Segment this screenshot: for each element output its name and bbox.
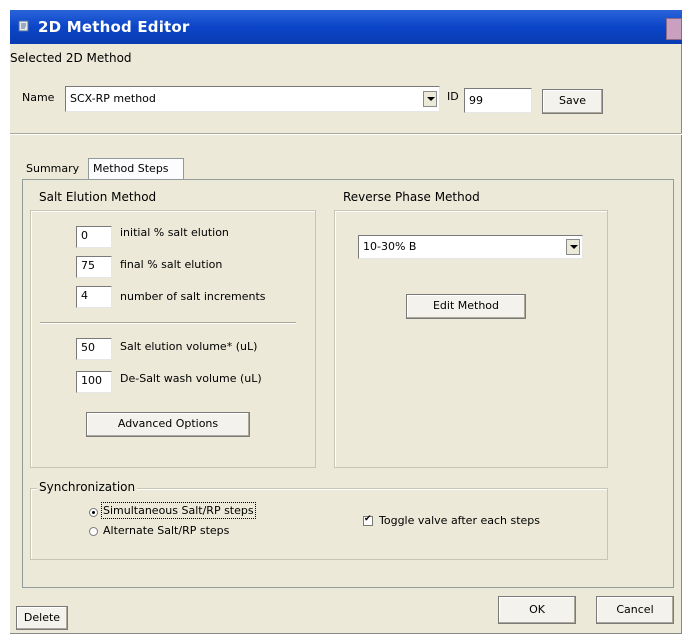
simultaneous-radio[interactable] xyxy=(89,508,98,517)
alternate-radio[interactable] xyxy=(89,527,98,536)
method-editor-window: 2D Method Editor Selected 2D Method Name… xyxy=(10,10,682,634)
synchronization-group-label: Synchronization xyxy=(37,480,138,494)
tab-method-steps-label: Method Steps xyxy=(93,162,169,175)
salt-group-divider-highlight xyxy=(40,323,296,324)
toggle-valve-label[interactable]: Toggle valve after each steps xyxy=(379,514,540,527)
desalt-wash-volume-label: De-Salt wash volume (uL) xyxy=(120,372,262,385)
cancel-button[interactable]: Cancel xyxy=(596,596,674,624)
name-label: Name xyxy=(22,91,55,104)
reverse-phase-group-label: Reverse Phase Method xyxy=(341,190,482,204)
salt-increments-label: number of salt increments xyxy=(120,290,266,303)
initial-salt-label: initial % salt elution xyxy=(120,226,229,239)
app-icon xyxy=(18,20,29,32)
window-title: 2D Method Editor xyxy=(38,18,190,36)
delete-button-label: Delete xyxy=(23,611,61,624)
toggle-valve-checkbox[interactable] xyxy=(363,514,373,526)
salt-elution-volume-label: Salt elution volume* (uL) xyxy=(120,340,258,353)
advanced-options-label: Advanced Options xyxy=(117,417,219,430)
divider-highlight xyxy=(10,134,682,135)
reverse-phase-method-combo[interactable]: 10-30% B xyxy=(358,235,583,259)
initial-salt-field[interactable]: 0 xyxy=(76,226,112,248)
delete-button[interactable]: Delete xyxy=(16,606,68,630)
save-button-label: Save xyxy=(558,94,586,107)
salt-elution-volume-field[interactable]: 50 xyxy=(76,338,112,360)
selected-method-group-label: Selected 2D Method xyxy=(10,51,132,65)
salt-elution-group-label: Salt Elution Method xyxy=(37,190,159,204)
edit-method-button[interactable]: Edit Method xyxy=(406,294,526,319)
alternate-radio-label[interactable]: Alternate Salt/RP steps xyxy=(103,524,229,537)
salt-increments-field[interactable]: 4 xyxy=(76,286,112,308)
tab-method-steps[interactable]: Method Steps xyxy=(88,158,184,180)
ok-button-label: OK xyxy=(529,603,545,616)
method-name-dropdown-arrow[interactable] xyxy=(423,91,437,107)
final-salt-label: final % salt elution xyxy=(120,258,223,271)
desalt-wash-volume-field[interactable]: 100 xyxy=(76,371,112,393)
save-button[interactable]: Save xyxy=(542,89,603,114)
simultaneous-radio-label[interactable]: Simultaneous Salt/RP steps xyxy=(101,502,256,519)
advanced-options-button[interactable]: Advanced Options xyxy=(86,412,250,437)
close-button[interactable] xyxy=(666,18,682,40)
reverse-phase-dropdown-arrow[interactable] xyxy=(566,239,580,255)
cancel-button-label: Cancel xyxy=(616,603,654,616)
tab-summary[interactable]: Summary xyxy=(26,162,79,175)
title-bar[interactable]: 2D Method Editor xyxy=(10,10,682,44)
ok-button[interactable]: OK xyxy=(498,596,576,624)
edit-method-label: Edit Method xyxy=(432,299,500,312)
method-name-combo[interactable]: SCX-RP method xyxy=(65,86,440,112)
final-salt-field[interactable]: 75 xyxy=(76,256,112,278)
method-id-field[interactable]: 99 xyxy=(464,88,532,113)
id-label: ID xyxy=(447,90,459,103)
